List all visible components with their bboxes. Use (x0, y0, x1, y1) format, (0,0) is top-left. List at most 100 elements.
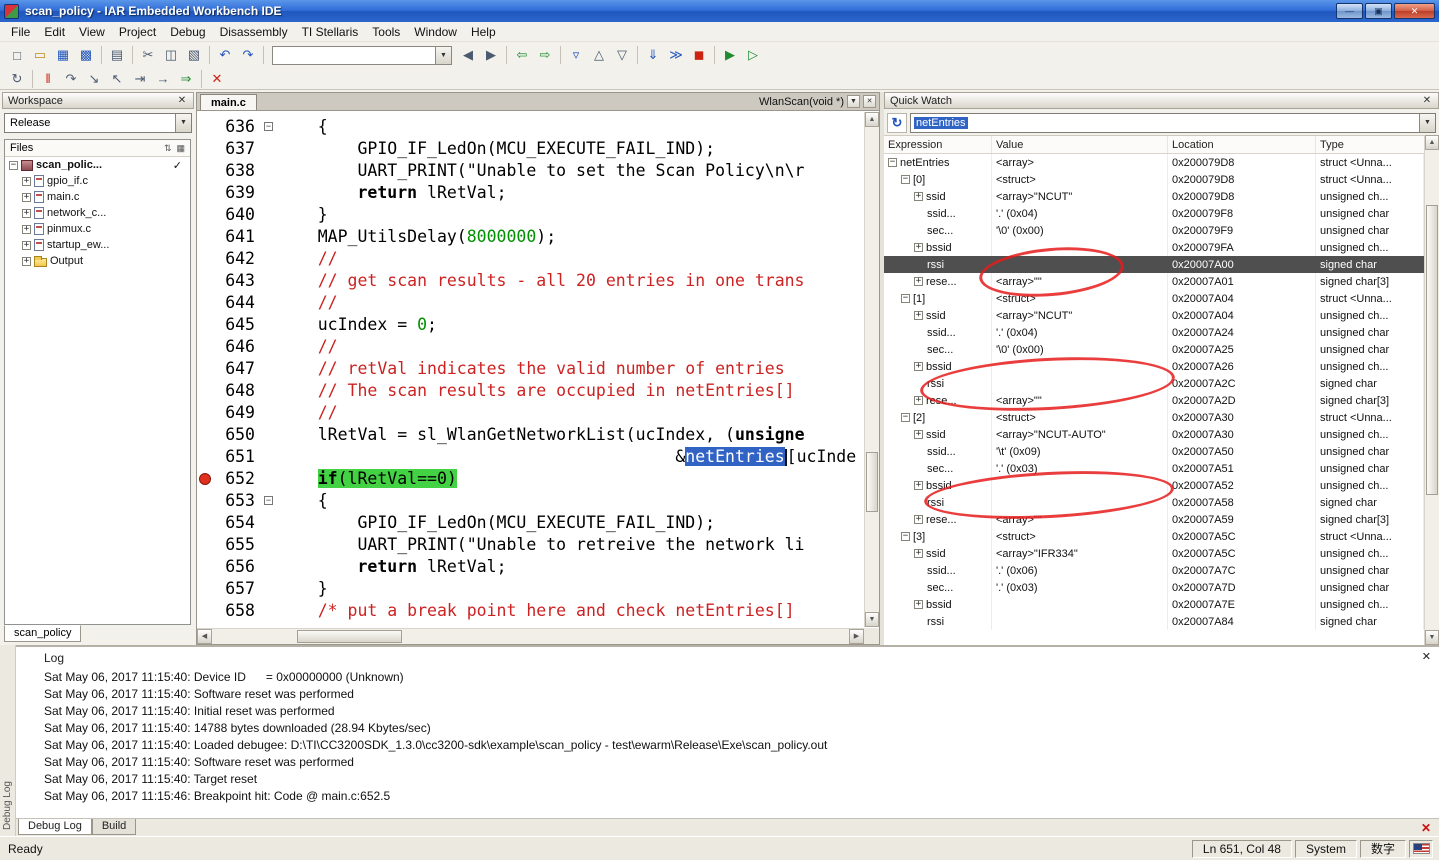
new-document-button[interactable]: □ (6, 45, 28, 65)
tab-build[interactable]: Build (92, 819, 136, 835)
code-text[interactable]: // (278, 248, 864, 270)
code-text[interactable]: MAP_UtilsDelay(8000000); (278, 226, 864, 248)
tab-debug-log[interactable]: Debug Log (18, 819, 92, 835)
breakpoint-margin[interactable] (197, 116, 215, 138)
tree-item-network-c[interactable]: +network_c... (5, 205, 190, 221)
collapse-icon[interactable]: − (901, 532, 910, 541)
breakpoint-margin[interactable] (197, 138, 215, 160)
watch-row-ssid[interactable]: ssid...'.' (0x04)0x20007A24unsigned char (884, 324, 1424, 341)
next-statement-button[interactable]: ⇥ (129, 69, 151, 89)
code-text[interactable]: // The scan results are occupied in netE… (278, 380, 864, 402)
watch-row-3[interactable]: −[3]<struct>0x20007A5Cstruct <Unna... (884, 528, 1424, 545)
sort-icon[interactable]: ⇅ (164, 143, 172, 154)
code-text[interactable]: // (278, 336, 864, 358)
breakpoint-margin[interactable] (197, 578, 215, 600)
code-text[interactable]: // retVal indicates the valid number of … (278, 358, 864, 380)
tree-item-scan-polic[interactable]: −scan_polic...✓ (5, 157, 190, 173)
code-text[interactable]: UART_PRINT("Unable to set the Scan Polic… (278, 160, 864, 182)
expand-icon[interactable]: + (914, 549, 923, 558)
watch-row-ssid[interactable]: +ssid<array>"NCUT"0x20007A04unsigned ch.… (884, 307, 1424, 324)
refresh-icon[interactable]: ↻ (887, 113, 907, 133)
scroll-right-icon[interactable]: ▶ (849, 629, 864, 644)
scroll-up-icon[interactable]: ▲ (865, 112, 879, 127)
step-into-button[interactable]: ↘ (83, 69, 105, 89)
code-text[interactable]: GPIO_IF_LedOn(MCU_EXECUTE_FAIL_IND); (278, 138, 864, 160)
menu-view[interactable]: View (72, 23, 112, 41)
step-out-button[interactable]: ↖ (106, 69, 128, 89)
menu-file[interactable]: File (4, 23, 37, 41)
watch-row-ssid[interactable]: +ssid<array>"NCUT"0x200079D8unsigned ch.… (884, 188, 1424, 205)
dropdown-arrow-icon[interactable]: ▼ (1419, 114, 1435, 132)
quick-watch-close-icon[interactable]: ✕ (1421, 95, 1433, 106)
breakpoint-margin[interactable] (197, 402, 215, 424)
next-bookmark-button[interactable]: ▽ (611, 45, 633, 65)
workspace-tab-scan-policy[interactable]: scan_policy (4, 625, 81, 642)
collapse-icon[interactable]: − (901, 413, 910, 422)
tree-item-main-c[interactable]: +main.c (5, 189, 190, 205)
watch-row-0[interactable]: −[0]<struct>0x200079D8struct <Unna... (884, 171, 1424, 188)
collapse-icon[interactable]: − (9, 161, 18, 170)
watch-vscroll-thumb[interactable] (1426, 205, 1438, 495)
redo-button[interactable]: ↷ (237, 45, 259, 65)
watch-row-rssi[interactable]: rssi0x20007A2Csigned char (884, 375, 1424, 392)
code-area[interactable]: 636− {637 GPIO_IF_LedOn(MCU_EXECUTE_FAIL… (197, 112, 864, 627)
expand-icon[interactable]: + (22, 225, 31, 234)
watch-row-rssi[interactable]: rssi0x20007A58signed char (884, 494, 1424, 511)
dropdown-arrow-icon[interactable]: ▼ (435, 47, 451, 64)
scroll-down-icon[interactable]: ▼ (1425, 630, 1439, 645)
collapse-icon[interactable]: − (888, 158, 897, 167)
menu-window[interactable]: Window (407, 23, 464, 41)
editor-hscroll-thumb[interactable] (297, 630, 402, 643)
code-text[interactable]: &netEntries[ucInde (278, 446, 864, 468)
fold-collapse-icon[interactable]: − (264, 496, 273, 505)
column-location[interactable]: Location (1168, 136, 1316, 153)
run-to-cursor-button[interactable]: → (152, 69, 174, 89)
breakpoint-margin[interactable] (197, 358, 215, 380)
download-and-debug-button[interactable]: ▶ (719, 45, 741, 65)
menu-help[interactable]: Help (464, 23, 503, 41)
watch-row-rese[interactable]: +rese...<array>""0x20007A2Dsigned char[3… (884, 392, 1424, 409)
code-text[interactable]: return lRetVal; (278, 556, 864, 578)
step-over-button[interactable]: ↷ (60, 69, 82, 89)
code-text[interactable]: { (278, 490, 864, 512)
expand-icon[interactable]: + (914, 600, 923, 609)
watch-row-rese[interactable]: +rese...<array>""0x20007A01signed char[3… (884, 273, 1424, 290)
watch-expression-combobox[interactable]: netEntries ▼ (910, 113, 1436, 133)
breakpoint-icon[interactable] (199, 473, 211, 485)
open-button[interactable]: ▭ (29, 45, 51, 65)
expand-icon[interactable]: + (914, 430, 923, 439)
editor-close-icon[interactable]: ✕ (863, 95, 876, 108)
menu-edit[interactable]: Edit (37, 23, 72, 41)
configuration-dropdown[interactable]: Release ▼ (4, 113, 192, 133)
breakpoint-margin[interactable] (197, 380, 215, 402)
function-dropdown-arrow-icon[interactable]: ▼ (847, 95, 860, 108)
expand-icon[interactable]: + (914, 243, 923, 252)
watch-row-sec[interactable]: sec...'.' (0x03)0x20007A7Dunsigned char (884, 579, 1424, 596)
code-text[interactable]: // (278, 292, 864, 314)
tree-item-output[interactable]: +Output (5, 253, 190, 269)
code-text[interactable]: } (278, 204, 864, 226)
breakpoint-margin[interactable] (197, 248, 215, 270)
restore-button[interactable]: ▣ (1365, 3, 1392, 19)
go-button[interactable]: ⇒ (175, 69, 197, 89)
expand-icon[interactable]: + (914, 311, 923, 320)
menu-project[interactable]: Project (112, 23, 163, 41)
code-text[interactable]: UART_PRINT("Unable to retreive the netwo… (278, 534, 864, 556)
code-text[interactable]: // (278, 402, 864, 424)
column-expression[interactable]: Expression (884, 136, 992, 153)
print-button[interactable]: ▤ (106, 45, 128, 65)
tree-item-gpio-if-c[interactable]: +gpio_if.c (5, 173, 190, 189)
expand-icon[interactable]: + (914, 277, 923, 286)
watch-row-rese[interactable]: +rese...<array>""0x20007A59signed char[3… (884, 511, 1424, 528)
log-tabs-close-icon[interactable]: ✕ (1421, 821, 1431, 835)
breakpoint-margin[interactable] (197, 446, 215, 468)
copy-button[interactable]: ◫ (160, 45, 182, 65)
watch-row-ssid[interactable]: +ssid<array>"IFR334"0x20007A5Cunsigned c… (884, 545, 1424, 562)
toolbar-search-combobox[interactable]: ▼ (272, 46, 452, 65)
stop-build-button[interactable]: ◼ (688, 45, 710, 65)
fold-collapse-icon[interactable]: − (264, 122, 273, 131)
reset-button[interactable]: ↻ (6, 69, 28, 89)
breakpoint-margin[interactable] (197, 490, 215, 512)
expand-icon[interactable]: + (22, 241, 31, 250)
tree-item-pinmux-c[interactable]: +pinmux.c (5, 221, 190, 237)
